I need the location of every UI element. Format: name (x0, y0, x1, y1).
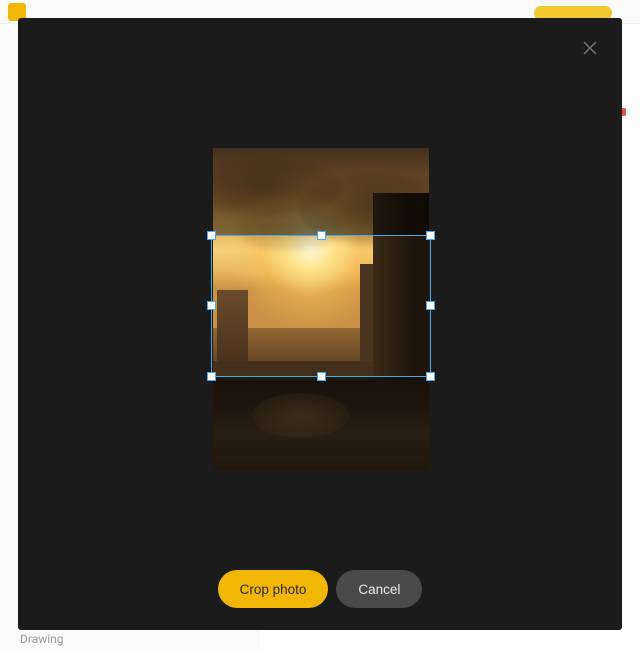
close-icon (582, 40, 598, 56)
crop-handle-top-center[interactable] (317, 231, 326, 240)
crop-selection[interactable] (211, 235, 431, 377)
sidebar-item-drawing: Drawing (20, 632, 64, 646)
crop-photo-button[interactable]: Crop photo (218, 570, 329, 608)
cancel-button[interactable]: Cancel (336, 570, 422, 608)
crop-handle-bottom-left[interactable] (207, 372, 216, 381)
crop-handle-top-right[interactable] (426, 231, 435, 240)
crop-handle-middle-right[interactable] (426, 301, 435, 310)
crop-handle-middle-left[interactable] (207, 301, 216, 310)
close-button[interactable] (578, 36, 602, 60)
crop-modal: Crop photo Cancel (18, 18, 622, 630)
crop-handle-bottom-center[interactable] (317, 372, 326, 381)
crop-handle-top-left[interactable] (207, 231, 216, 240)
image-stage (213, 148, 429, 470)
modal-button-row: Crop photo Cancel (18, 570, 622, 608)
crop-handle-bottom-right[interactable] (426, 372, 435, 381)
